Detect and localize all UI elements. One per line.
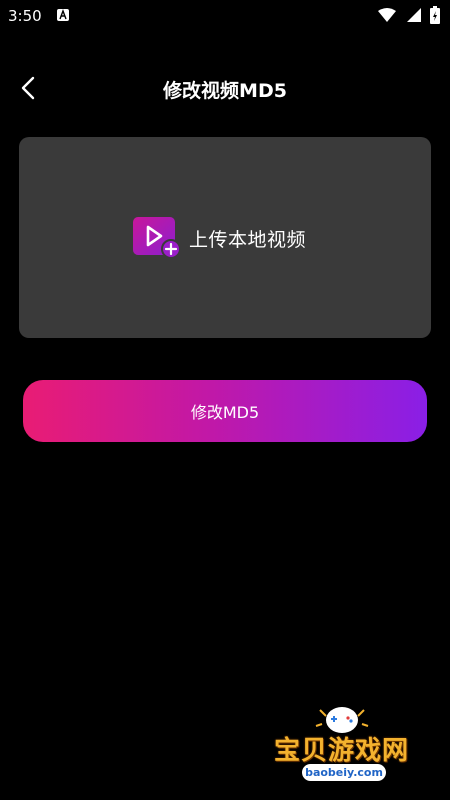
- upload-video-label: 上传本地视频: [189, 228, 307, 251]
- modify-md5-label: 修改MD5: [190, 403, 260, 422]
- video-upload-icon: [133, 217, 181, 259]
- watermark: 宝贝游戏网 baobeiy.com: [272, 700, 422, 796]
- wifi-icon: [378, 8, 396, 22]
- upload-video-card[interactable]: 上传本地视频: [19, 137, 431, 338]
- notification-a-icon: [57, 9, 69, 21]
- signal-icon: [407, 8, 421, 22]
- header: 修改视频MD5: [0, 66, 450, 110]
- page-title: 修改视频MD5: [163, 80, 287, 102]
- watermark-url: baobeiy.com: [302, 764, 386, 781]
- watermark-text: 宝贝游戏网: [274, 736, 410, 766]
- upload-video-content: 上传本地视频: [133, 217, 306, 259]
- status-bar: 3:50: [0, 0, 450, 32]
- status-time: 3:50: [8, 7, 42, 25]
- modify-md5-button[interactable]: 修改MD5: [23, 380, 427, 442]
- battery-icon: [430, 6, 440, 24]
